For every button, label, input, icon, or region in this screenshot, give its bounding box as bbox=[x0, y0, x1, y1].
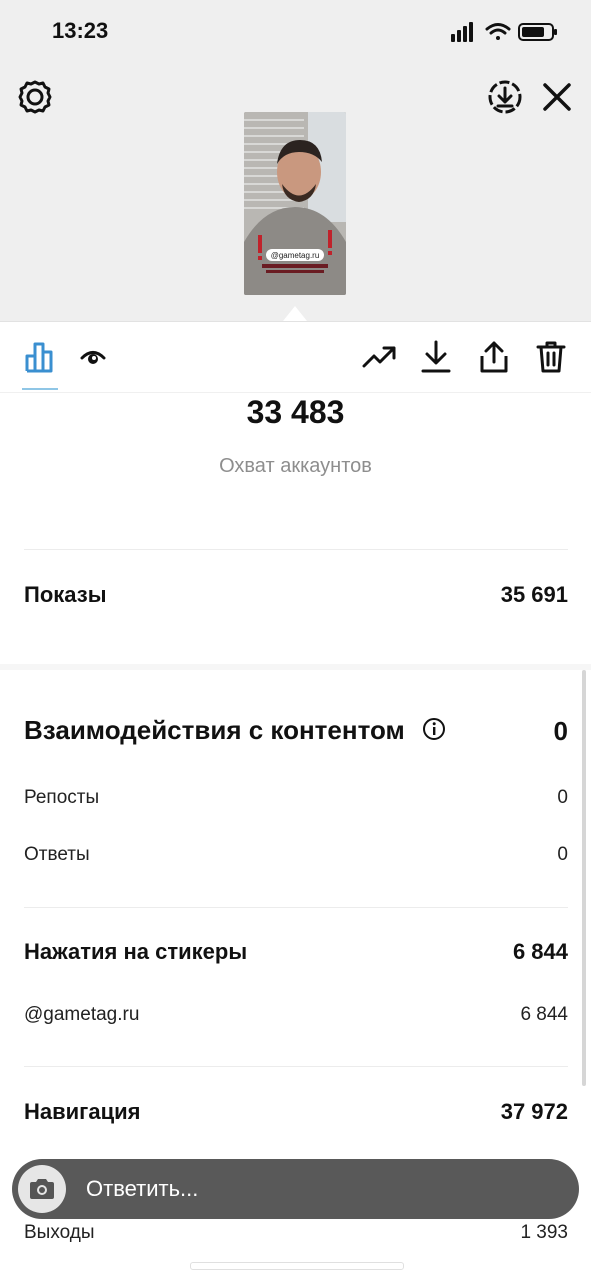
exits-label: Выходы bbox=[24, 1222, 95, 1243]
sticker-text: @gametag.ru bbox=[271, 251, 320, 260]
trash-icon[interactable] bbox=[536, 340, 566, 379]
trending-icon[interactable] bbox=[362, 344, 398, 377]
exits-value: 1 393 bbox=[520, 1222, 568, 1243]
list-item: Выходы 1 393 bbox=[24, 1222, 568, 1244]
status-time: 13:23 bbox=[52, 18, 109, 43]
impressions-value: 35 691 bbox=[500, 582, 568, 607]
divider bbox=[24, 1066, 568, 1067]
impressions-row: Показы 35 691 bbox=[24, 582, 568, 608]
replies-label: Ответы bbox=[24, 844, 90, 865]
interactions-value: 0 bbox=[553, 715, 568, 746]
status-icons bbox=[451, 20, 561, 44]
reply-bar[interactable]: Ответить... bbox=[12, 1159, 579, 1219]
replies-value: 0 bbox=[557, 844, 568, 865]
interactions-header: Взаимодействия с контентом 0 bbox=[24, 715, 568, 748]
camera-icon[interactable] bbox=[18, 1165, 66, 1213]
sticker-handle-value: 6 844 bbox=[520, 1004, 568, 1025]
thumbnail-pointer bbox=[283, 306, 307, 321]
tab-underline bbox=[22, 388, 58, 390]
reach-label: Охват аккаунтов bbox=[219, 455, 372, 477]
navigation-value: 37 972 bbox=[500, 1099, 568, 1124]
list-item: @gametag.ru 6 844 bbox=[24, 1004, 568, 1026]
navigation-header: Навигация 37 972 bbox=[24, 1099, 568, 1125]
reply-input[interactable]: Ответить... bbox=[86, 1176, 198, 1202]
eye-icon[interactable] bbox=[80, 346, 106, 373]
download-circle-icon[interactable] bbox=[486, 78, 524, 121]
story-preview-header: 13:23 @gametag.ru bbox=[0, 0, 591, 321]
divider bbox=[24, 907, 568, 908]
navigation-title: Навигация bbox=[24, 1099, 141, 1124]
divider bbox=[24, 549, 568, 550]
signal-icon bbox=[451, 22, 473, 42]
reposts-label: Репосты bbox=[24, 787, 100, 808]
download-icon[interactable] bbox=[420, 340, 452, 379]
battery-icon bbox=[518, 23, 557, 41]
sticker-taps-header: Нажатия на стикеры 6 844 bbox=[24, 939, 568, 965]
bar-chart-icon[interactable] bbox=[24, 340, 58, 379]
reposts-value: 0 bbox=[557, 787, 568, 808]
reach-value: 33 483 bbox=[246, 394, 345, 430]
insights-toolbar bbox=[0, 321, 591, 393]
list-item: Ответы 0 bbox=[24, 844, 568, 866]
interactions-title: Взаимодействия с контентом bbox=[24, 715, 405, 745]
story-thumbnail[interactable]: @gametag.ru bbox=[244, 112, 346, 295]
home-indicator[interactable] bbox=[190, 1262, 404, 1270]
info-icon[interactable] bbox=[422, 717, 446, 748]
sticker-taps-value: 6 844 bbox=[512, 939, 568, 964]
wifi-icon bbox=[485, 23, 511, 40]
close-icon[interactable] bbox=[540, 80, 574, 119]
sticker-taps-title: Нажатия на стикеры bbox=[24, 939, 248, 964]
share-icon[interactable] bbox=[478, 340, 510, 379]
gear-icon[interactable] bbox=[16, 78, 54, 121]
scrollbar[interactable] bbox=[582, 670, 586, 1086]
impressions-label: Показы bbox=[24, 582, 107, 607]
list-item: Репосты 0 bbox=[24, 787, 568, 809]
section-separator bbox=[0, 664, 591, 670]
insights-content: 33 483 Охват аккаунтов Показы 35 691 Вза… bbox=[0, 392, 591, 1280]
sticker-handle-label: @gametag.ru bbox=[24, 1004, 140, 1025]
